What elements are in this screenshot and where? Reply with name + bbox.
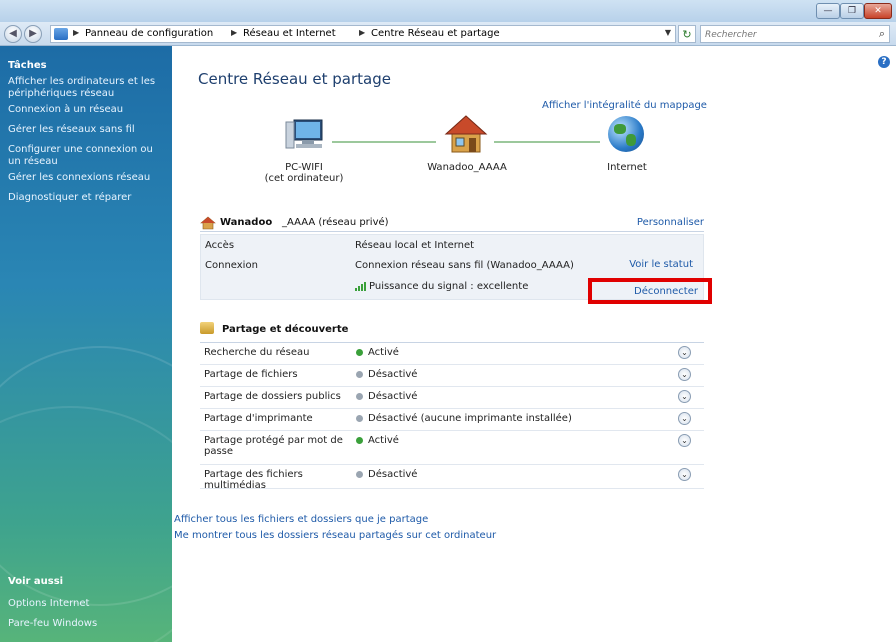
sharing-row: Partage des fichiers multimédias Désacti…	[200, 465, 704, 491]
network-header: Wanadoo _AAAA (réseau privé) Personnalis…	[200, 214, 704, 232]
network-name: Wanadoo	[220, 217, 273, 228]
sharing-label: Partage d'imprimante	[204, 413, 313, 424]
minimize-button[interactable]: —	[816, 3, 840, 19]
expand-icon[interactable]: ⌄	[678, 368, 691, 381]
full-map-link[interactable]: Afficher l'intégralité du mappage	[542, 100, 707, 111]
sharing-label: Recherche du réseau	[204, 347, 310, 358]
expand-icon[interactable]: ⌄	[678, 390, 691, 403]
sidebar-item-view-computers[interactable]: Afficher les ordinateurs et les périphér…	[8, 76, 166, 100]
close-button[interactable]: ✕	[864, 3, 892, 19]
sharing-row: Partage d'imprimante Désactivé (aucune i…	[200, 409, 704, 431]
sidebar-item-diagnose[interactable]: Diagnostiquer et réparer	[8, 192, 166, 204]
chevron-right-icon[interactable]: ▶	[73, 28, 79, 37]
sharing-status: Activé	[368, 435, 399, 446]
signal-value: Puissance du signal : excellente	[369, 281, 529, 292]
sharing-status: Désactivé (aucune imprimante installée)	[368, 413, 572, 424]
chevron-right-icon[interactable]: ▶	[359, 28, 365, 37]
network-type: _AAAA (réseau privé)	[282, 217, 389, 228]
pc-name: PC-WIFI	[285, 162, 323, 173]
network-label: Wanadoo_AAAA	[427, 162, 507, 173]
breadcrumb[interactable]: ▶ Panneau de configuration ▶ Réseau et I…	[50, 25, 676, 43]
sidebar-item-manage-wireless[interactable]: Gérer les réseaux sans fil	[8, 124, 166, 136]
expand-icon[interactable]: ⌄	[678, 434, 691, 447]
sharing-header: Partage et découverte	[200, 322, 704, 338]
sharing-row: Partage de fichiers Désactivé ⌄	[200, 365, 704, 387]
address-bar: ◀ ▶ ▶ Panneau de configuration ▶ Réseau …	[0, 22, 896, 46]
signal-strength-icon	[355, 281, 367, 291]
view-status-link[interactable]: Voir le statut	[629, 259, 693, 270]
chevron-down-icon[interactable]: ▼	[665, 28, 671, 37]
search-input[interactable]	[705, 28, 865, 41]
search-icon[interactable]: ⌕	[879, 27, 885, 41]
status-dot-icon	[356, 371, 363, 378]
page-title: Centre Réseau et partage	[198, 70, 391, 88]
show-shared-files-link[interactable]: Afficher tous les fichiers et dossiers q…	[174, 514, 428, 525]
status-dot-icon	[356, 437, 363, 444]
forward-button[interactable]: ▶	[24, 25, 42, 43]
customize-link[interactable]: Personnaliser	[637, 217, 704, 228]
house-icon[interactable]	[444, 114, 488, 154]
pc-label: PC-WIFI (cet ordinateur)	[264, 162, 344, 184]
access-label: Accès	[205, 240, 235, 251]
internet-label: Internet	[607, 162, 647, 173]
sidebar-item-configure-connection[interactable]: Configurer une connexion ou un réseau	[8, 144, 166, 168]
back-button[interactable]: ◀	[4, 25, 22, 43]
sharing-row: Partage de dossiers publics Désactivé ⌄	[200, 387, 704, 409]
computer-icon[interactable]	[284, 116, 324, 152]
sidebar-item-manage-connections[interactable]: Gérer les connexions réseau	[8, 172, 166, 184]
sharing-status: Activé	[368, 347, 399, 358]
globe-icon[interactable]	[608, 116, 644, 152]
show-shared-folders-link[interactable]: Me montrer tous les dossiers réseau part…	[174, 530, 496, 541]
status-dot-icon	[356, 415, 363, 422]
disconnect-link[interactable]: Déconnecter	[634, 286, 698, 297]
connection-value: Connexion réseau sans fil (Wanadoo_AAAA)	[355, 260, 574, 271]
sharing-label: Partage des fichiers multimédias	[204, 469, 303, 491]
sidebar-item-internet-options[interactable]: Options Internet	[8, 598, 166, 610]
status-dot-icon	[356, 349, 363, 356]
status-dot-icon	[356, 393, 363, 400]
breadcrumb-item[interactable]: Réseau et Internet	[243, 28, 336, 39]
sharing-status: Désactivé	[368, 469, 418, 480]
sharing-label: Partage de fichiers	[204, 369, 298, 380]
search-box[interactable]: ⌕	[700, 25, 890, 43]
expand-icon[interactable]: ⌄	[678, 346, 691, 359]
sharing-label: Partage de dossiers publics	[204, 391, 341, 402]
sidebar: Tâches Afficher les ordinateurs et les p…	[0, 46, 172, 642]
breadcrumb-item[interactable]: Centre Réseau et partage	[371, 28, 500, 39]
control-panel-icon	[54, 28, 68, 40]
sidebar-item-connect[interactable]: Connexion à un réseau	[8, 104, 166, 116]
house-icon	[200, 216, 216, 230]
sharing-label: Partage protégé par mot de passe	[204, 435, 343, 457]
sharing-status: Désactivé	[368, 369, 418, 380]
sharing-icon	[200, 322, 214, 334]
pc-sublabel: (cet ordinateur)	[264, 173, 344, 184]
sharing-row: Recherche du réseau Activé ⌄	[200, 343, 704, 365]
help-icon[interactable]: ?	[878, 56, 890, 68]
maximize-button[interactable]: ❐	[840, 3, 864, 19]
sidebar-item-firewall[interactable]: Pare-feu Windows	[8, 618, 166, 630]
connection-line	[494, 141, 600, 143]
breadcrumb-item[interactable]: Panneau de configuration	[85, 28, 213, 39]
refresh-icon[interactable]: ↻	[678, 25, 696, 43]
sharing-table: Recherche du réseau Activé ⌄ Partage de …	[200, 342, 704, 494]
title-bar: — ❐ ✕	[0, 0, 896, 22]
access-value: Réseau local et Internet	[355, 240, 475, 251]
connection-line	[332, 141, 436, 143]
sharing-status: Désactivé	[368, 391, 418, 402]
expand-icon[interactable]: ⌄	[678, 468, 691, 481]
main-panel: ? Centre Réseau et partage Afficher l'in…	[172, 46, 896, 642]
sharing-title: Partage et découverte	[222, 324, 349, 335]
chevron-right-icon[interactable]: ▶	[231, 28, 237, 37]
tasks-heading: Tâches	[8, 60, 47, 71]
see-also-heading: Voir aussi	[8, 576, 64, 587]
sharing-row: Partage protégé par mot de passe Activé …	[200, 431, 704, 465]
connection-label: Connexion	[205, 260, 258, 271]
expand-icon[interactable]: ⌄	[678, 412, 691, 425]
status-dot-icon	[356, 471, 363, 478]
